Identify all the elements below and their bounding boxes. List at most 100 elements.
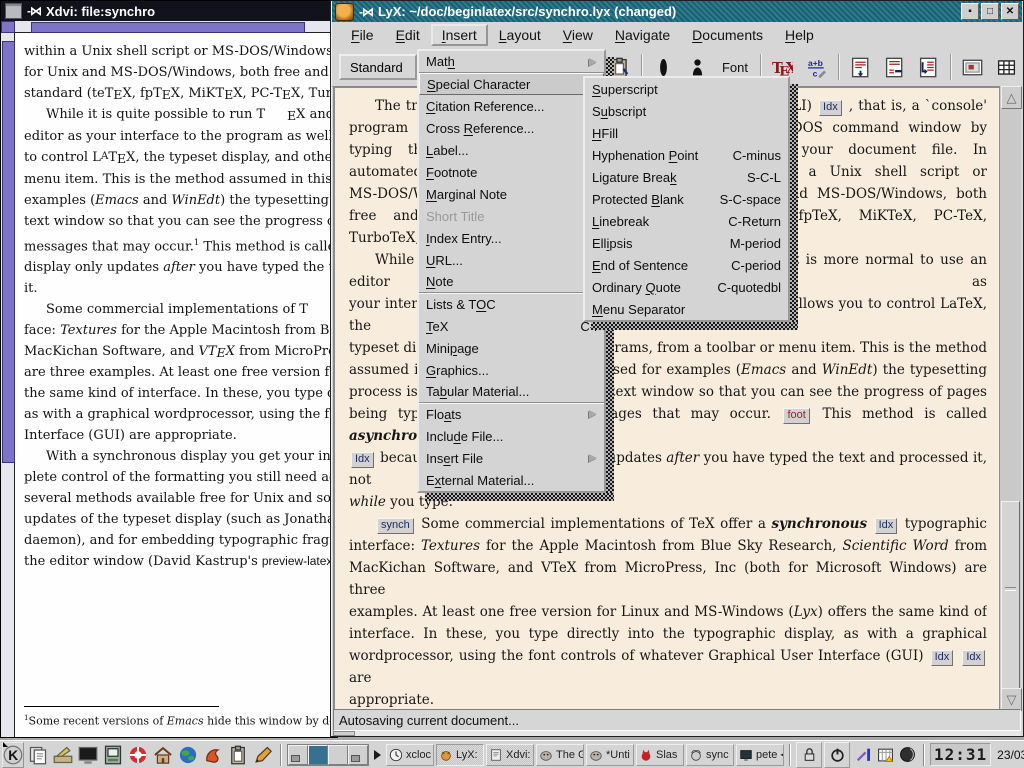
organizer-tray-icon[interactable] bbox=[874, 743, 896, 767]
pager-desktop-4[interactable] bbox=[348, 745, 368, 765]
lyx-vscroll-thumb[interactable] bbox=[1001, 501, 1020, 691]
xdvi-horizontal-scrollbar[interactable] bbox=[15, 21, 337, 33]
task-button-sync[interactable]: sync bbox=[686, 744, 734, 766]
menu-view[interactable]: View bbox=[552, 24, 604, 46]
kmail-launcher[interactable] bbox=[201, 743, 225, 767]
index-inset[interactable]: Idx bbox=[962, 650, 985, 666]
date-display[interactable]: 23/03/03 bbox=[993, 748, 1024, 762]
task-button-unti[interactable]: *Unti bbox=[586, 744, 634, 766]
table-button[interactable] bbox=[991, 52, 1022, 83]
home-launcher[interactable] bbox=[151, 743, 175, 767]
menu-item-subscript[interactable]: Subscript bbox=[585, 100, 788, 122]
menu-item-menu-separator[interactable]: Menu Separator bbox=[585, 298, 788, 320]
xdvi-vertical-scrollbar[interactable] bbox=[1, 33, 15, 737]
menu-item-ligature-break[interactable]: Ligature BreakS-C-L bbox=[585, 166, 788, 188]
klipper-launcher[interactable] bbox=[226, 743, 250, 767]
tools-tray-icon[interactable] bbox=[852, 743, 874, 767]
task-button-xcloc[interactable]: xcloc bbox=[386, 744, 434, 766]
pager-desktop-2[interactable] bbox=[308, 745, 328, 765]
menu-item-ordinary-quote[interactable]: Ordinary QuoteC-quotedbl bbox=[585, 276, 788, 298]
menu-item-protected-blank[interactable]: Protected BlankS-C-space bbox=[585, 188, 788, 210]
task-button-xdvi[interactable]: Xdvi: bbox=[486, 744, 534, 766]
index-inset[interactable]: Idx bbox=[875, 518, 898, 534]
scroll-up-arrow[interactable]: △ bbox=[1001, 86, 1022, 109]
konsole-launcher[interactable] bbox=[101, 743, 125, 767]
taskbar-scroll-arrow[interactable] bbox=[374, 750, 381, 760]
menu-item-insert-file[interactable]: Insert File bbox=[419, 447, 604, 469]
menu-help[interactable]: Help bbox=[774, 24, 825, 46]
menu-item-lists-toc[interactable]: Lists & TOC bbox=[419, 293, 604, 315]
menu-item-minipage[interactable]: Minipage bbox=[419, 337, 604, 359]
editor-launcher[interactable] bbox=[251, 743, 275, 767]
menu-item-hfill[interactable]: HFill bbox=[585, 122, 788, 144]
menu-insert[interactable]: Insert bbox=[431, 24, 488, 46]
lyx-horizontal-scrollbar[interactable] bbox=[333, 731, 1021, 736]
footnote-inset[interactable]: foot bbox=[783, 408, 809, 424]
lock-button[interactable] bbox=[796, 742, 822, 768]
menu-item-floats[interactable]: Floats bbox=[419, 403, 604, 425]
menu-item-label[interactable]: Label... bbox=[419, 139, 604, 161]
windowlist-launcher[interactable] bbox=[26, 743, 50, 767]
k-menu-button[interactable]: K bbox=[2, 742, 24, 768]
index-inset[interactable]: Idx bbox=[931, 650, 954, 666]
lyx-titlebar[interactable]: -⋈ LyX: ~/doc/beginlatex/src/synchro.lyx… bbox=[332, 1, 1022, 22]
pager-desktop-1[interactable] bbox=[288, 745, 308, 765]
desktop-pager[interactable] bbox=[287, 744, 369, 766]
minimize-button[interactable]: ▪ bbox=[961, 3, 979, 20]
menu-item-math[interactable]: Math bbox=[419, 51, 604, 73]
menu-item-hyphenation-point[interactable]: Hyphenation PointC-minus bbox=[585, 144, 788, 166]
lyx-hscroll-thumb[interactable] bbox=[333, 731, 355, 736]
menu-item-note[interactable]: Note bbox=[419, 271, 604, 293]
menu-edit[interactable]: Edit bbox=[385, 24, 431, 46]
task-button-pete[interactable]: pete◀ bbox=[736, 744, 784, 766]
help-launcher[interactable] bbox=[126, 743, 150, 767]
task-button-the-g[interactable]: The G bbox=[536, 744, 584, 766]
showdesktop-launcher[interactable] bbox=[51, 743, 75, 767]
menu-item-end-of-sentence[interactable]: End of SentenceC-period bbox=[585, 254, 788, 276]
menu-item-citation-reference[interactable]: Citation Reference... bbox=[419, 95, 604, 117]
paragraph-style-combo[interactable]: Standard bbox=[339, 54, 417, 80]
power-button[interactable] bbox=[824, 742, 850, 768]
menu-item-footnote[interactable]: Footnote bbox=[419, 161, 604, 183]
screen-launcher[interactable] bbox=[76, 743, 100, 767]
xdvi-vscroll-thumb[interactable] bbox=[2, 41, 15, 463]
pager-desktop-3[interactable] bbox=[328, 745, 348, 765]
menu-item-external-material[interactable]: External Material... bbox=[419, 469, 604, 491]
moon-tray-icon[interactable] bbox=[896, 743, 918, 767]
xdvi-titlebar[interactable]: -⋈ Xdvi: file:synchro bbox=[1, 1, 337, 21]
menu-item-graphics[interactable]: Graphics... bbox=[419, 359, 604, 381]
footnote-button[interactable] bbox=[845, 52, 876, 83]
menu-item-tex[interactable]: TeXC-l bbox=[419, 315, 604, 337]
menu-item-superscript[interactable]: Superscript bbox=[585, 78, 788, 100]
index-inset[interactable]: Idx bbox=[351, 452, 374, 468]
close-button[interactable]: ✕ bbox=[1001, 3, 1019, 20]
maximize-button[interactable]: □ bbox=[981, 3, 999, 20]
menu-item-index-entry[interactable]: Index Entry... bbox=[419, 227, 604, 249]
lyx-vertical-scrollbar[interactable]: △ ▽ bbox=[999, 86, 1021, 711]
help-icon bbox=[128, 745, 148, 765]
menu-file[interactable]: File bbox=[340, 24, 385, 46]
globe-launcher[interactable] bbox=[176, 743, 200, 767]
menu-navigate[interactable]: Navigate bbox=[604, 24, 681, 46]
digital-clock[interactable]: 12:31 bbox=[930, 743, 991, 766]
menu-item-linebreak[interactable]: LinebreakC-Return bbox=[585, 210, 788, 232]
menu-item-cross-reference[interactable]: Cross Reference... bbox=[419, 117, 604, 139]
menu-item-special-character[interactable]: Special Character bbox=[419, 73, 604, 95]
menu-layout[interactable]: Layout bbox=[488, 24, 552, 46]
depth-button[interactable] bbox=[913, 52, 944, 83]
xdvi-hscroll-thumb[interactable] bbox=[31, 22, 305, 33]
menu-item-url[interactable]: URL... bbox=[419, 249, 604, 271]
menu-item-tabular-material[interactable]: Tabular Material... bbox=[419, 381, 604, 403]
label-inset[interactable]: synch bbox=[377, 518, 414, 534]
math-button[interactable]: a+bc bbox=[801, 52, 832, 83]
menu-item-include-file[interactable]: Include File... bbox=[419, 425, 604, 447]
figure-button[interactable] bbox=[957, 52, 988, 83]
index-inset[interactable]: Idx bbox=[819, 100, 842, 116]
task-button-slas[interactable]: Slas bbox=[636, 744, 684, 766]
menu-item-ellipsis[interactable]: EllipsisM-period bbox=[585, 232, 788, 254]
menu-item-marginal-note[interactable]: Marginal Note bbox=[419, 183, 604, 205]
scroll-down-arrow[interactable]: ▽ bbox=[1001, 688, 1022, 711]
menu-documents[interactable]: Documents bbox=[681, 24, 774, 46]
margin-button[interactable] bbox=[879, 52, 910, 83]
task-button-lyx[interactable]: LyX: bbox=[436, 744, 484, 766]
